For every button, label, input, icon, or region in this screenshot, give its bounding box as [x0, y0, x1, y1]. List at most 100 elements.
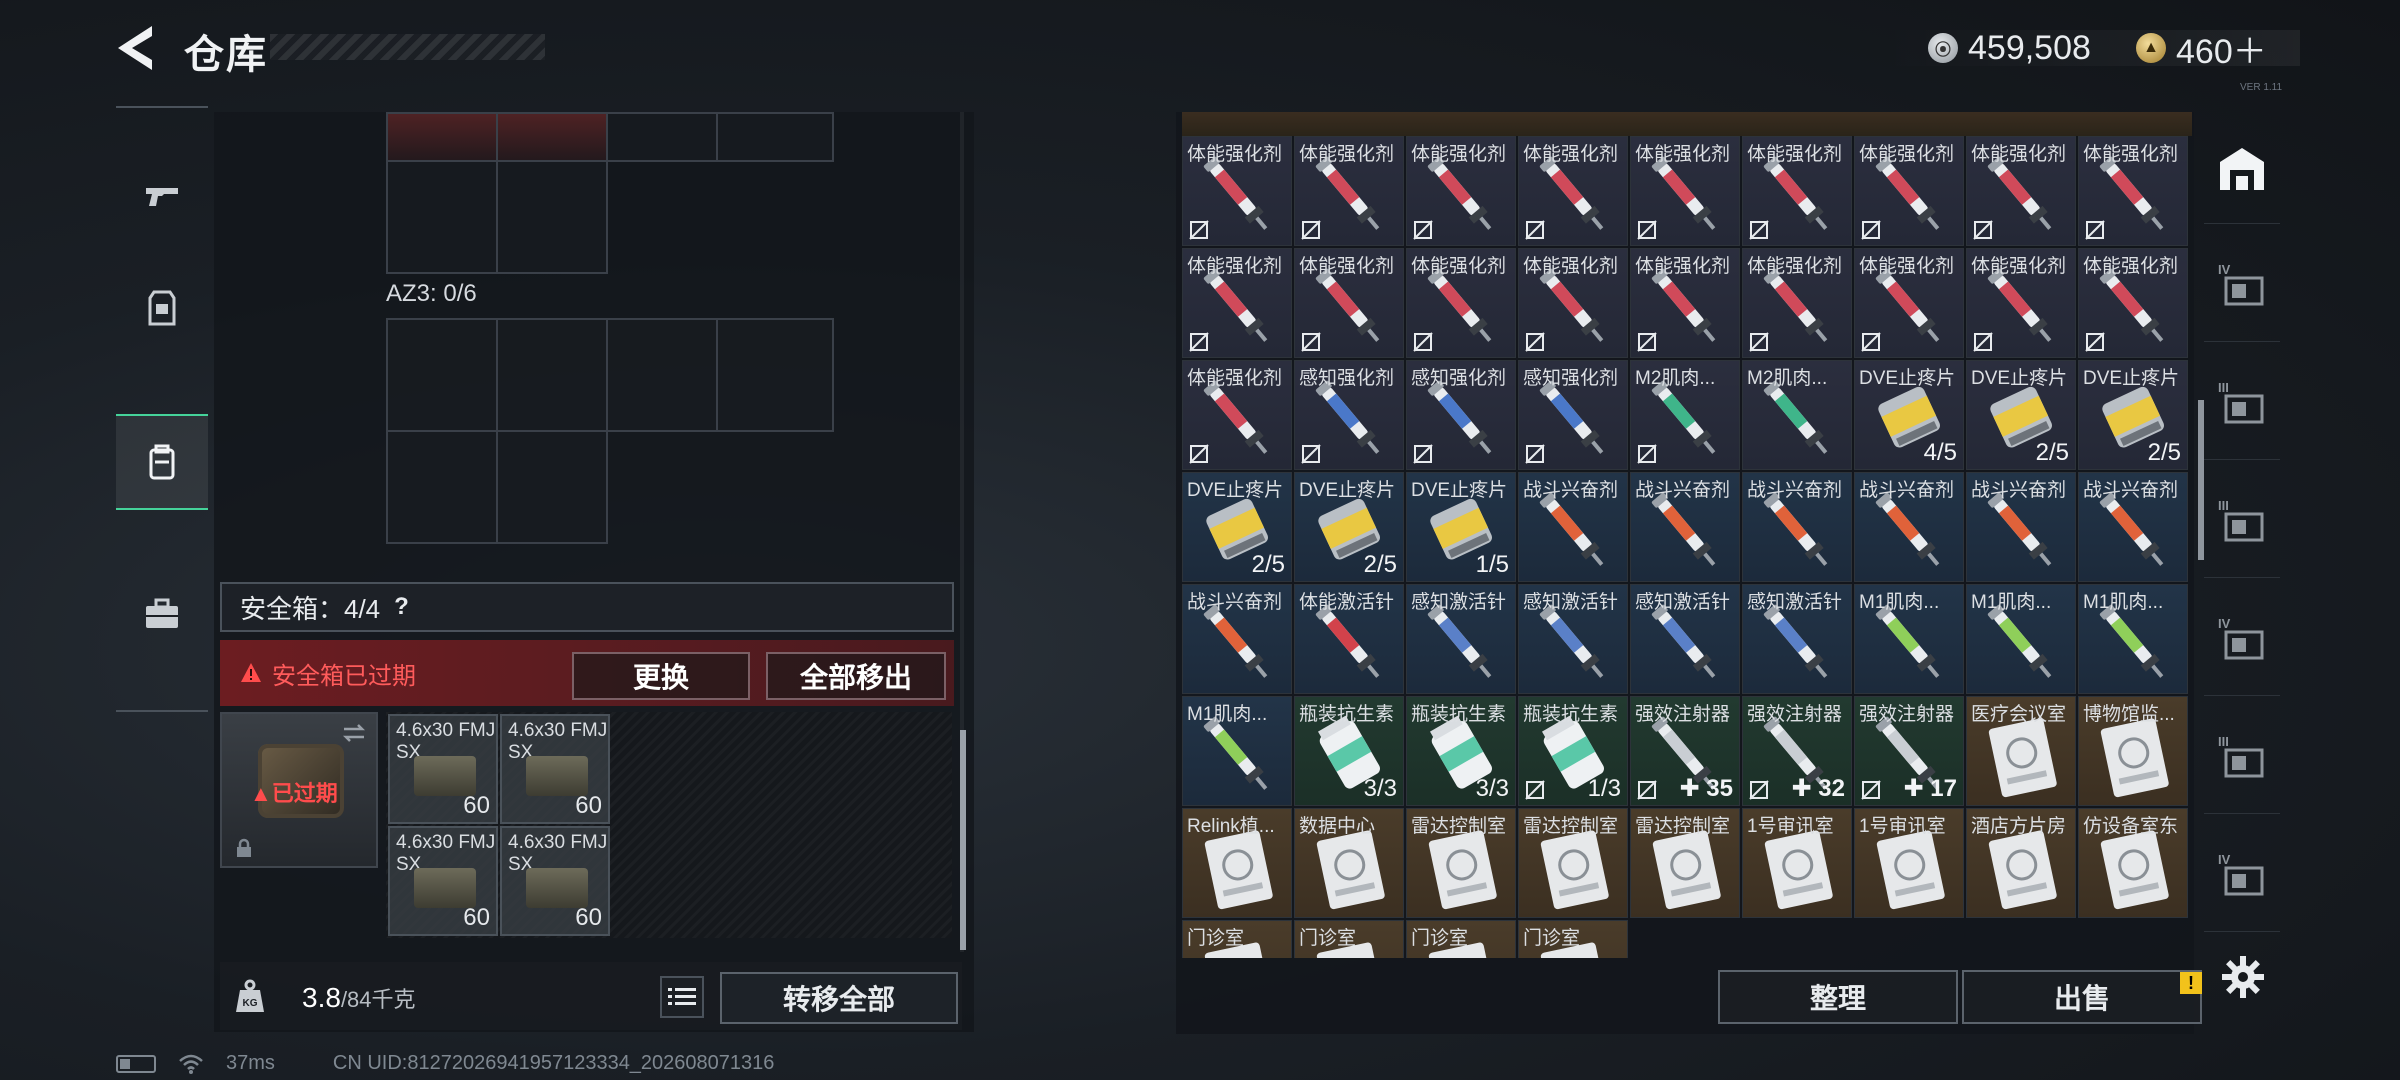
storage-item[interactable]: 门诊室 — [1294, 920, 1404, 958]
storage-item[interactable]: M1肌肉... — [1854, 584, 1964, 694]
left-scrollbar[interactable] — [960, 730, 966, 950]
storage-item[interactable]: 体能强化剂 — [1406, 136, 1516, 246]
storage-item[interactable]: 体能强化剂 — [1182, 360, 1292, 470]
storage-item[interactable]: DVE止疼片 2/5 — [1966, 360, 2076, 470]
backpack-slot[interactable] — [496, 160, 608, 274]
storage-item[interactable]: 门诊室 — [1406, 920, 1516, 958]
ammo-item[interactable]: 4.6x30 FMJ SX 60 — [388, 826, 498, 936]
filter-all[interactable] — [2204, 112, 2280, 224]
storage-item[interactable]: 体能强化剂 — [1182, 136, 1292, 246]
storage-item[interactable]: 感知激活针 — [1518, 584, 1628, 694]
filter-tier-3-b[interactable]: III — [2204, 466, 2280, 578]
sell-button[interactable]: 出售 — [1962, 970, 2202, 1024]
storage-item[interactable]: 体能强化剂 — [1518, 136, 1628, 246]
gold-currency[interactable]: ▲ 460＋ — [2136, 24, 2267, 72]
storage-item[interactable]: 雷达控制室 — [1518, 808, 1628, 918]
filter-tier-4-b[interactable]: IV — [2204, 584, 2280, 696]
storage-item[interactable]: M1肌肉... — [2078, 584, 2188, 694]
storage-item[interactable]: 强效注射器 ✚ 35 — [1630, 696, 1740, 806]
replace-button[interactable]: 更换 — [572, 652, 750, 700]
gear-icon[interactable] — [2218, 952, 2268, 1002]
help-icon[interactable]: ? — [394, 593, 409, 621]
storage-item[interactable]: 体能激活针 — [1294, 584, 1404, 694]
storage-item[interactable]: 体能强化剂 — [1406, 248, 1516, 358]
storage-item[interactable]: 战斗兴奋剂 — [1854, 472, 1964, 582]
backpack-slot[interactable] — [386, 160, 498, 274]
transfer-all-button[interactable]: 转移全部 — [720, 972, 958, 1024]
storage-item[interactable]: 体能强化剂 — [1742, 136, 1852, 246]
storage-item[interactable]: 感知强化剂 — [1294, 360, 1404, 470]
sort-button[interactable]: 整理 — [1718, 970, 1958, 1024]
storage-item[interactable]: 战斗兴奋剂 — [1966, 472, 2076, 582]
storage-item[interactable]: 战斗兴奋剂 — [1742, 472, 1852, 582]
storage-item[interactable]: M2肌肉... — [1630, 360, 1740, 470]
storage-item[interactable]: DVE止疼片 2/5 — [1294, 472, 1404, 582]
ammo-item[interactable]: 4.6x30 FMJ SX 60 — [500, 714, 610, 824]
storage-item[interactable]: 感知强化剂 — [1518, 360, 1628, 470]
storage-item[interactable]: 瓶装抗生素 3/3 — [1406, 696, 1516, 806]
storage-item[interactable]: 1号审讯室 — [1854, 808, 1964, 918]
storage-item[interactable]: 战斗兴奋剂 — [1182, 584, 1292, 694]
safe-box-container[interactable]: ▲已过期 — [220, 712, 378, 868]
storage-item[interactable]: 战斗兴奋剂 — [2078, 472, 2188, 582]
az3-slot[interactable] — [716, 318, 834, 432]
remove-all-button[interactable]: 全部移出 — [766, 652, 946, 700]
list-view-button[interactable] — [660, 976, 704, 1018]
storage-item[interactable]: 体能强化剂 — [2078, 248, 2188, 358]
swap-icon[interactable] — [340, 722, 368, 744]
storage-item[interactable]: 战斗兴奋剂 — [1630, 472, 1740, 582]
backpack-slot[interactable] — [606, 112, 718, 162]
storage-item[interactable]: 体能强化剂 — [1518, 248, 1628, 358]
backpack-slot-item[interactable] — [496, 112, 608, 162]
storage-item[interactable]: 感知激活针 — [1630, 584, 1740, 694]
ammo-item[interactable]: 4.6x30 FMJ SX 60 — [388, 714, 498, 824]
az3-slot[interactable] — [386, 430, 498, 544]
storage-item[interactable]: 医疗会议室 — [1966, 696, 2076, 806]
filter-tier-3-c[interactable]: III — [2204, 702, 2280, 814]
back-button[interactable] — [112, 22, 160, 74]
storage-item[interactable]: 博物馆监... — [2078, 696, 2188, 806]
storage-item[interactable]: 酒店方片房 — [1966, 808, 2076, 918]
storage-item[interactable]: DVE止疼片 1/5 — [1406, 472, 1516, 582]
storage-item[interactable]: 体能强化剂 — [1294, 248, 1404, 358]
storage-item[interactable]: 体能强化剂 — [1182, 248, 1292, 358]
az3-slot[interactable] — [386, 318, 498, 432]
storage-item[interactable]: DVE止疼片 4/5 — [1854, 360, 1964, 470]
filter-tier-4-c[interactable]: IV — [2204, 820, 2280, 932]
storage-item[interactable]: 体能强化剂 — [1742, 248, 1852, 358]
storage-item[interactable]: 数据中心 — [1294, 808, 1404, 918]
storage-item[interactable]: 雷达控制室 — [1406, 808, 1516, 918]
storage-item[interactable]: 体能强化剂 — [1630, 136, 1740, 246]
storage-item[interactable]: 仿设备室东 — [2078, 808, 2188, 918]
nav-armor[interactable] — [116, 260, 208, 356]
az3-slot[interactable] — [496, 430, 608, 544]
storage-item[interactable]: 体能强化剂 — [1294, 136, 1404, 246]
backpack-slot[interactable] — [716, 112, 834, 162]
az3-slot[interactable] — [496, 318, 608, 432]
storage-item[interactable]: M1肌肉... — [1966, 584, 2076, 694]
storage-item[interactable]: M2肌肉... — [1742, 360, 1852, 470]
storage-item[interactable]: 体能强化剂 — [1854, 136, 1964, 246]
storage-item[interactable]: Relink植... — [1182, 808, 1292, 918]
filter-tier-3-a[interactable]: III — [2204, 348, 2280, 460]
storage-item[interactable]: 强效注射器 ✚ 32 — [1742, 696, 1852, 806]
storage-item[interactable]: 感知激活针 — [1406, 584, 1516, 694]
storage-item[interactable]: 体能强化剂 — [1966, 248, 2076, 358]
ammo-item[interactable]: 4.6x30 FMJ SX 60 — [500, 826, 610, 936]
nav-backpack[interactable] — [116, 414, 208, 510]
storage-item[interactable]: 1号审讯室 — [1742, 808, 1852, 918]
storage-item[interactable]: 强效注射器 ✚ 17 — [1854, 696, 1964, 806]
storage-item[interactable]: DVE止疼片 2/5 — [1182, 472, 1292, 582]
storage-item[interactable]: 瓶装抗生素 1/3 — [1518, 696, 1628, 806]
storage-item[interactable]: 体能强化剂 — [1854, 248, 1964, 358]
storage-item[interactable]: DVE止疼片 2/5 — [2078, 360, 2188, 470]
storage-item[interactable]: 战斗兴奋剂 — [1518, 472, 1628, 582]
storage-item[interactable]: 体能强化剂 — [1630, 248, 1740, 358]
storage-item[interactable]: 瓶装抗生素 3/3 — [1294, 696, 1404, 806]
storage-item[interactable]: 感知激活针 — [1742, 584, 1852, 694]
storage-item[interactable]: 体能强化剂 — [1966, 136, 2076, 246]
storage-item[interactable]: 体能强化剂 — [2078, 136, 2188, 246]
backpack-slot-item[interactable] — [386, 112, 498, 162]
filter-tier-4-a[interactable]: IV — [2204, 230, 2280, 342]
storage-item[interactable]: 门诊室 — [1518, 920, 1628, 958]
